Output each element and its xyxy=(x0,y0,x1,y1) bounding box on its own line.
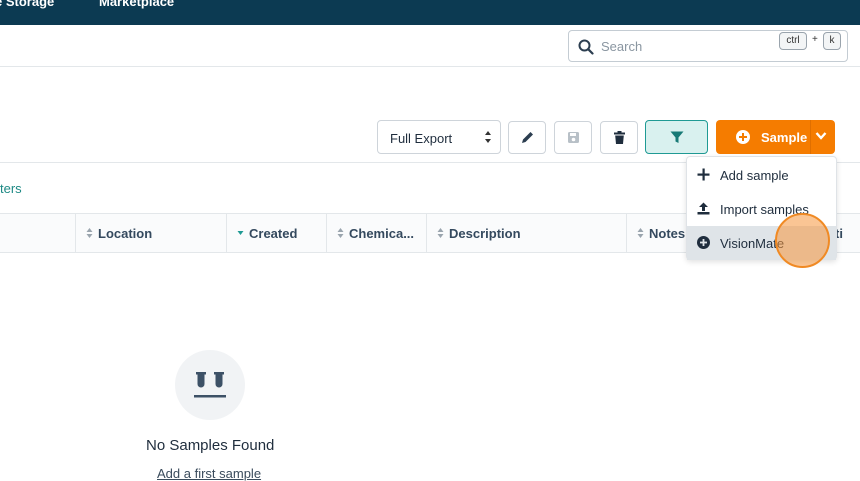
sort-icon xyxy=(86,228,93,238)
search-placeholder: Search xyxy=(601,39,643,54)
filters-link[interactable]: ters xyxy=(0,181,22,196)
click-indicator xyxy=(775,213,830,268)
save-button[interactable] xyxy=(554,121,592,154)
search-icon xyxy=(578,39,594,55)
sort-descending-icon xyxy=(237,231,244,235)
shortcut-key-ctrl: ctrl xyxy=(779,32,807,50)
menu-item-label: Add sample xyxy=(720,168,789,183)
search-row: Search ctrl + k xyxy=(0,25,860,67)
upload-icon xyxy=(697,202,710,215)
column-label: Notes xyxy=(649,226,686,241)
column-header-description[interactable]: Description xyxy=(426,214,626,252)
empty-state-title: No Samples Found xyxy=(146,437,275,454)
export-select-value: Full Export xyxy=(390,131,453,146)
sample-button-label: Sample xyxy=(761,130,808,145)
sort-icon xyxy=(337,228,344,238)
sort-icon xyxy=(437,228,444,238)
shortcut-separator: + xyxy=(812,34,818,45)
filter-button[interactable] xyxy=(645,120,708,154)
nav-item-storage[interactable]: e Storage xyxy=(0,0,54,9)
plus-icon xyxy=(697,168,710,181)
column-label: Location xyxy=(98,226,153,241)
sample-button[interactable]: Sample xyxy=(716,120,835,154)
column-label: Description xyxy=(449,226,521,241)
select-caret-icon xyxy=(485,131,491,143)
column-header-location[interactable]: Location xyxy=(75,214,226,252)
edit-button[interactable] xyxy=(508,121,546,154)
column-label: Created xyxy=(249,226,298,241)
column-header-created[interactable]: Created xyxy=(226,214,326,252)
delete-button[interactable] xyxy=(600,121,638,154)
menu-item-add-sample[interactable]: Add sample xyxy=(687,158,836,192)
add-first-sample-link[interactable]: Add a first sample xyxy=(157,466,261,481)
plus-circle-icon xyxy=(697,236,710,249)
export-select[interactable]: Full Export xyxy=(377,120,501,154)
shortcut-key-k: k xyxy=(823,32,841,50)
column-header-chemical[interactable]: Chemica... xyxy=(326,214,426,252)
filter-icon xyxy=(670,131,684,143)
chevron-down-icon[interactable] xyxy=(815,131,827,141)
test-tubes-icon xyxy=(194,372,226,398)
pencil-icon xyxy=(522,132,533,143)
nav-item-marketplace[interactable]: Marketplace xyxy=(99,0,174,9)
column-label: Chemica... xyxy=(349,226,415,241)
sort-icon xyxy=(637,228,644,238)
plus-circle-icon xyxy=(736,130,750,144)
trash-icon xyxy=(614,131,625,144)
split-divider xyxy=(810,120,811,154)
floppy-disk-icon xyxy=(568,132,579,143)
top-navigation: e Storage Marketplace xyxy=(0,0,860,25)
empty-state-illustration xyxy=(175,350,245,420)
